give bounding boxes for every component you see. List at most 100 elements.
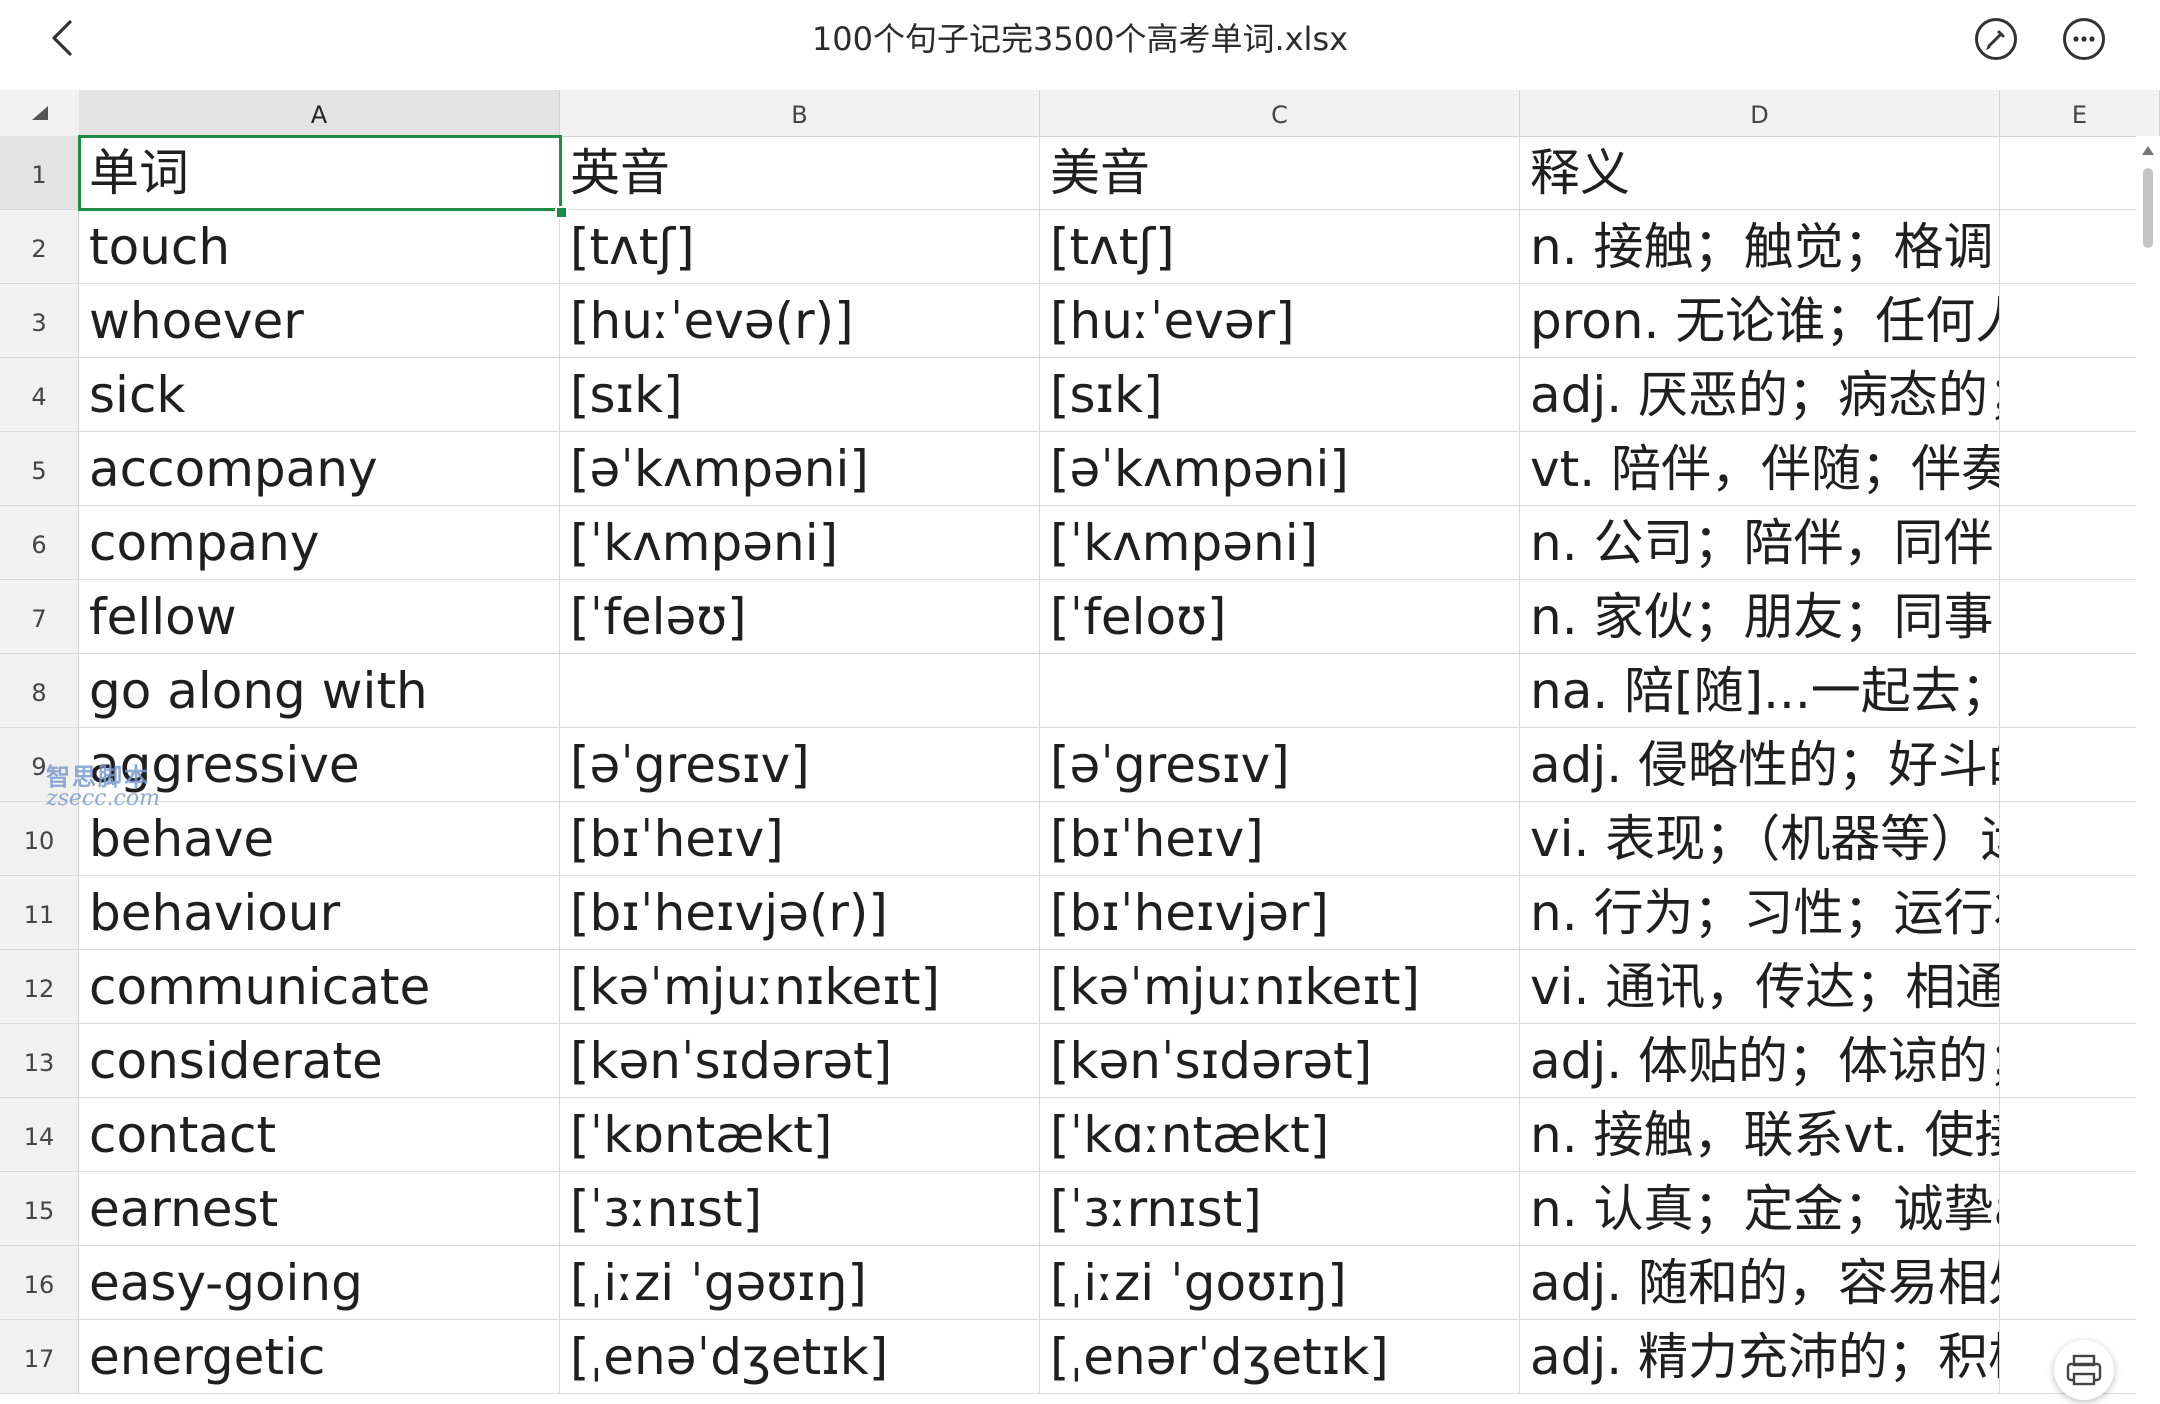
- row-header[interactable]: 8: [0, 654, 79, 727]
- cell-b[interactable]: [ˈfeləʊ]: [560, 580, 1040, 653]
- cell-a[interactable]: communicate: [79, 950, 560, 1023]
- row-header[interactable]: 15: [0, 1172, 79, 1245]
- row-header[interactable]: 5: [0, 432, 79, 505]
- cell-c[interactable]: [ˈkʌmpəni]: [1040, 506, 1520, 579]
- cell-d[interactable]: 释义: [1520, 136, 2000, 209]
- cell-c[interactable]: [ˈkɑːntækt]: [1040, 1098, 1520, 1171]
- select-all-corner[interactable]: [0, 90, 80, 136]
- cell-d[interactable]: n. 接触，联系vt. 使接触，: [1520, 1098, 2000, 1171]
- cell-c[interactable]: [kəˈmjuːnɪkeɪt]: [1040, 950, 1520, 1023]
- cell-d[interactable]: adj. 随和的，容易相处的: [1520, 1246, 2000, 1319]
- cell-c[interactable]: [bɪˈheɪvjər]: [1040, 876, 1520, 949]
- cell-b[interactable]: [huːˈevə(r)]: [560, 284, 1040, 357]
- cell-b[interactable]: [əˈgresɪv]: [560, 728, 1040, 801]
- row-header[interactable]: 14: [0, 1098, 79, 1171]
- row-header[interactable]: 12: [0, 950, 79, 1023]
- cell-a[interactable]: energetic: [79, 1320, 560, 1393]
- cell-b[interactable]: [ˈkʌmpəni]: [560, 506, 1040, 579]
- cell-a[interactable]: easy-going: [79, 1246, 560, 1319]
- cell-d[interactable]: vt. 陪伴，伴随；伴奏vi. 伴: [1520, 432, 2000, 505]
- cell-b[interactable]: [kənˈsɪdərət]: [560, 1024, 1040, 1097]
- cell-a[interactable]: company: [79, 506, 560, 579]
- cell-c[interactable]: [huːˈevər]: [1040, 284, 1520, 357]
- cell-c[interactable]: 美音: [1040, 136, 1520, 209]
- cell-b[interactable]: [560, 654, 1040, 727]
- vertical-scrollbar[interactable]: [2136, 136, 2160, 1398]
- cell-c[interactable]: [ˌenərˈdʒetɪk]: [1040, 1320, 1520, 1393]
- column-header-row: A B C D E: [0, 90, 2160, 137]
- cell-c[interactable]: [kənˈsɪdərət]: [1040, 1024, 1520, 1097]
- select-all-icon: [32, 106, 48, 120]
- cell-b[interactable]: [kəˈmjuːnɪkeɪt]: [560, 950, 1040, 1023]
- row-header[interactable]: 13: [0, 1024, 79, 1097]
- cell-b[interactable]: [bɪˈheɪv]: [560, 802, 1040, 875]
- cell-d[interactable]: n. 接触；触觉；格调；少: [1520, 210, 2000, 283]
- cell-a[interactable]: whoever: [79, 284, 560, 357]
- cell-c[interactable]: [əˈkʌmpəni]: [1040, 432, 1520, 505]
- edit-button[interactable]: [1975, 18, 2017, 60]
- cell-d[interactable]: n. 家伙；朋友；同事；会: [1520, 580, 2000, 653]
- row-header[interactable]: 17: [0, 1320, 79, 1393]
- column-header-a[interactable]: A: [79, 90, 560, 136]
- row-header[interactable]: 4: [0, 358, 79, 431]
- cell-d[interactable]: na. 陪[随]...一起去；赞同: [1520, 654, 2000, 727]
- cell-a[interactable]: accompany: [79, 432, 560, 505]
- cell-d[interactable]: adj. 厌恶的；病态的；不: [1520, 358, 2000, 431]
- cell-a[interactable]: go along with: [79, 654, 560, 727]
- scrollbar-thumb[interactable]: [2143, 168, 2153, 248]
- fill-handle[interactable]: [555, 206, 568, 219]
- cell-a[interactable]: earnest: [79, 1172, 560, 1245]
- cell-a[interactable]: fellow: [79, 580, 560, 653]
- row-header[interactable]: 2: [0, 210, 79, 283]
- cell-a[interactable]: contact: [79, 1098, 560, 1171]
- cell-c[interactable]: [ˈfeloʊ]: [1040, 580, 1520, 653]
- cell-d[interactable]: n. 行为；习性；运行状况: [1520, 876, 2000, 949]
- print-button[interactable]: [2054, 1340, 2114, 1400]
- cell-d[interactable]: adj. 侵略性的；好斗的；有: [1520, 728, 2000, 801]
- cell-c[interactable]: [sɪk]: [1040, 358, 1520, 431]
- cell-a[interactable]: touch: [79, 210, 560, 283]
- pencil-icon: [1985, 30, 2005, 51]
- cell-c[interactable]: [1040, 654, 1520, 727]
- row-header[interactable]: 7: [0, 580, 79, 653]
- column-header-b[interactable]: B: [560, 90, 1040, 136]
- cell-c[interactable]: [bɪˈheɪv]: [1040, 802, 1520, 875]
- cell-b[interactable]: [ˈkɒntækt]: [560, 1098, 1040, 1171]
- row-header[interactable]: 3: [0, 284, 79, 357]
- cell-c[interactable]: [ˈɜːrnɪst]: [1040, 1172, 1520, 1245]
- cell-d[interactable]: adj. 体贴的；体谅的；考虑: [1520, 1024, 2000, 1097]
- cell-d[interactable]: pron. 无论谁；任何人n.: [1520, 284, 2000, 357]
- column-header-e[interactable]: E: [2000, 90, 2160, 136]
- cell-b[interactable]: [əˈkʌmpəni]: [560, 432, 1040, 505]
- row-header[interactable]: 1: [0, 136, 79, 209]
- cell-b[interactable]: [bɪˈheɪvjə(r)]: [560, 876, 1040, 949]
- column-header-d[interactable]: D: [1520, 90, 2000, 136]
- cell-b[interactable]: 英音: [560, 136, 1040, 209]
- row-header[interactable]: 11: [0, 876, 79, 949]
- table-row: 6company[ˈkʌmpəni][ˈkʌmpəni]n. 公司；陪伴，同伴；…: [0, 506, 2160, 580]
- cell-c[interactable]: [ˌiːzi ˈgoʊɪŋ]: [1040, 1246, 1520, 1319]
- cell-a[interactable]: considerate: [79, 1024, 560, 1097]
- cell-b[interactable]: [ˈɜːnɪst]: [560, 1172, 1040, 1245]
- cell-d[interactable]: adj. 精力充沛的；积极: [1520, 1320, 2000, 1393]
- row-header[interactable]: 6: [0, 506, 79, 579]
- cell-c[interactable]: [tʌtʃ]: [1040, 210, 1520, 283]
- cell-d[interactable]: vi. 通讯，传达；相通；交: [1520, 950, 2000, 1023]
- cell-c[interactable]: [əˈgresɪv]: [1040, 728, 1520, 801]
- cell-b[interactable]: [sɪk]: [560, 358, 1040, 431]
- more-options-button[interactable]: [2063, 18, 2105, 60]
- cell-d[interactable]: n. 公司；陪伴，同伴；连: [1520, 506, 2000, 579]
- cell-a[interactable]: behave: [79, 802, 560, 875]
- cell-b[interactable]: [ˌenəˈdʒetɪk]: [560, 1320, 1040, 1393]
- cell-d[interactable]: vi. 表现；（机器等）运转: [1520, 802, 2000, 875]
- cell-d[interactable]: n. 认真；定金；诚挚adj.: [1520, 1172, 2000, 1245]
- cell-b[interactable]: [tʌtʃ]: [560, 210, 1040, 283]
- row-header[interactable]: 16: [0, 1246, 79, 1319]
- cell-b[interactable]: [ˌiːzi ˈgəʊɪŋ]: [560, 1246, 1040, 1319]
- column-header-c[interactable]: C: [1040, 90, 1520, 136]
- row-header[interactable]: 10: [0, 802, 79, 875]
- cell-a[interactable]: behaviour: [79, 876, 560, 949]
- cell-a[interactable]: 单词: [79, 136, 560, 209]
- cell-a[interactable]: sick: [79, 358, 560, 431]
- table-row: 1 单词 英音 美音 释义: [0, 136, 2160, 210]
